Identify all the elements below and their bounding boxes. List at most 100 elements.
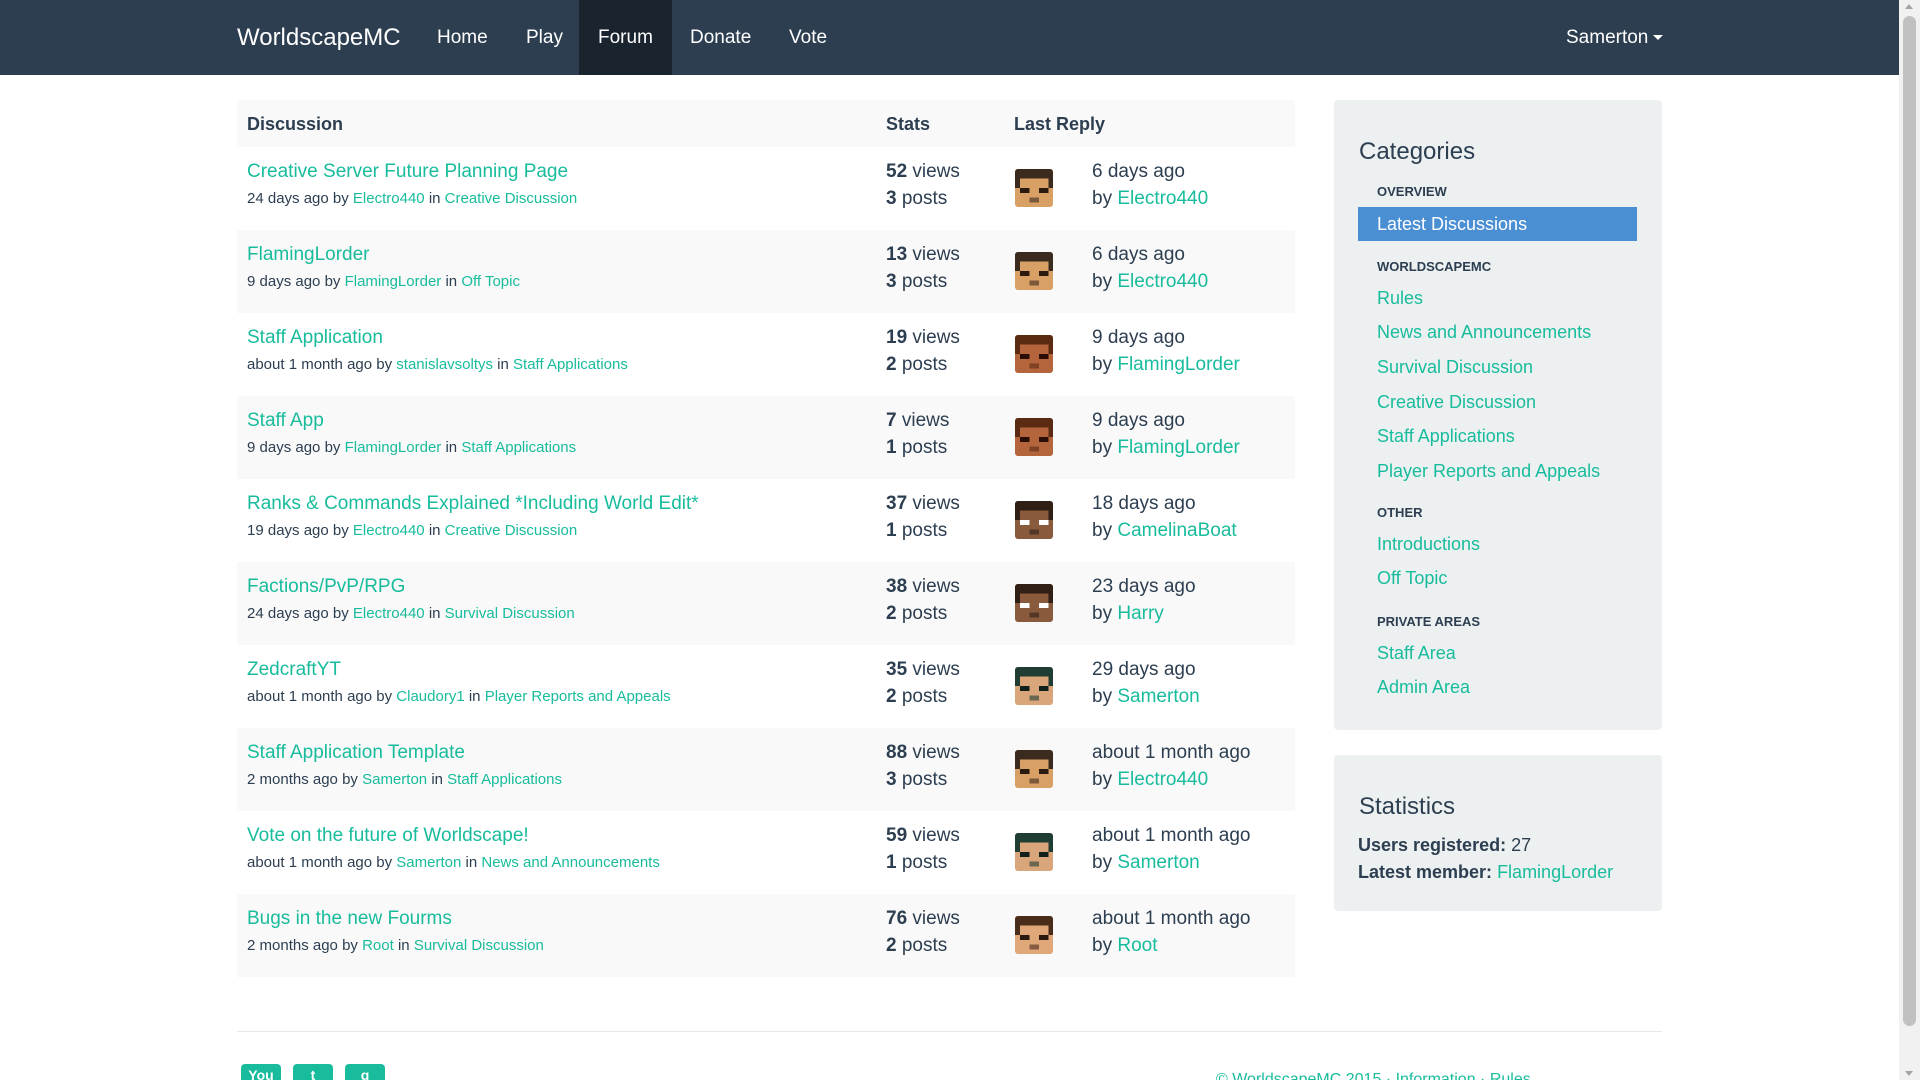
discussion-age: 9 days ago (247, 439, 321, 456)
last-reply-author[interactable]: Samerton (1117, 852, 1199, 873)
avatar[interactable] (1015, 252, 1053, 290)
discussion-category[interactable]: Staff Applications (513, 356, 628, 373)
category-staff-area[interactable]: Staff Area (1377, 643, 1456, 664)
last-reply-author[interactable]: FlamingLorder (1117, 437, 1240, 458)
posts-count: 1 posts (886, 520, 947, 542)
posts-number: 2 (886, 354, 897, 375)
discussion-title[interactable]: Creative Server Future Planning Page (247, 161, 568, 183)
discussion-meta: 9 days ago by FlamingLorder in Off Topic (247, 273, 520, 290)
discussion-author[interactable]: Electro440 (353, 522, 425, 539)
last-reply-author[interactable]: Root (1117, 935, 1157, 956)
nav-play[interactable]: Play (507, 0, 582, 75)
category-rules[interactable]: Rules (1377, 288, 1423, 309)
by-word: by (1092, 852, 1113, 873)
views-number: 37 (886, 493, 908, 514)
in-word: in (445, 273, 458, 290)
discussion-title[interactable]: ZedcraftYT (247, 659, 341, 681)
youtube-icon[interactable]: You (241, 1064, 281, 1080)
discussion-author[interactable]: FlamingLorder (345, 273, 442, 290)
avatar[interactable] (1015, 833, 1053, 871)
last-reply-author[interactable]: Electro440 (1117, 769, 1208, 790)
discussion-meta: 24 days ago by Electro440 in Survival Di… (247, 605, 575, 622)
table-body: Creative Server Future Planning Page 24 d… (237, 147, 1295, 977)
page-scrollbar[interactable] (1899, 0, 1920, 1080)
views-count: 19 views (886, 327, 960, 349)
discussion-category[interactable]: Creative Discussion (445, 190, 578, 207)
category-introductions[interactable]: Introductions (1377, 534, 1480, 555)
discussion-title[interactable]: Staff Application (247, 327, 383, 349)
discussion-category[interactable]: Survival Discussion (445, 605, 575, 622)
user-menu[interactable]: Samerton (1566, 0, 1664, 75)
last-reply-time: 9 days ago (1092, 327, 1185, 348)
discussion-category[interactable]: Staff Applications (461, 439, 576, 456)
discussion-category[interactable]: Survival Discussion (414, 937, 544, 954)
latest-member-link[interactable]: FlamingLorder (1497, 862, 1613, 882)
category-survival[interactable]: Survival Discussion (1377, 357, 1533, 378)
section-private-areas: PRIVATE AREAS (1377, 614, 1481, 629)
nav-forum[interactable]: Forum (579, 0, 672, 75)
scroll-down-icon[interactable] (1905, 1071, 1913, 1076)
in-word: in (445, 439, 458, 456)
category-admin-area[interactable]: Admin Area (1377, 677, 1470, 698)
discussion-author[interactable]: stanislavsoltys (396, 356, 493, 373)
avatar[interactable] (1015, 501, 1053, 539)
table-row: ZedcraftYT about 1 month ago by Claudory1… (237, 645, 1295, 728)
discussion-category[interactable]: Player Reports and Appeals (485, 688, 671, 705)
avatar[interactable] (1015, 169, 1053, 207)
discussion-author[interactable]: Samerton (396, 854, 461, 871)
footer-links[interactable]: © WorldscapeMC 2015 · Information · Rule… (1216, 1071, 1531, 1080)
section-other: OTHER (1377, 505, 1423, 520)
views-word: views (912, 576, 960, 597)
site-brand[interactable]: WorldscapeMC (237, 0, 401, 75)
discussion-title[interactable]: Vote on the future of Worldscape! (247, 825, 529, 847)
avatar[interactable] (1015, 418, 1053, 456)
discussion-author[interactable]: Claudory1 (396, 688, 464, 705)
category-news[interactable]: News and Announcements (1377, 322, 1591, 343)
last-reply-author[interactable]: Samerton (1117, 686, 1199, 707)
discussion-category[interactable]: Creative Discussion (445, 522, 578, 539)
by-word: by (1092, 188, 1113, 209)
avatar[interactable] (1015, 667, 1053, 705)
discussion-category[interactable]: Staff Applications (447, 771, 562, 788)
table-row: Factions/PvP/RPG 24 days ago by Electro44… (237, 562, 1295, 645)
category-off-topic[interactable]: Off Topic (1377, 568, 1447, 589)
discussion-category[interactable]: Off Topic (461, 273, 520, 290)
last-reply-author[interactable]: Electro440 (1117, 271, 1208, 292)
avatar[interactable] (1015, 916, 1053, 954)
last-reply-author[interactable]: FlamingLorder (1117, 354, 1240, 375)
last-reply-author[interactable]: Harry (1117, 603, 1163, 624)
discussion-title[interactable]: FlamingLorder (247, 244, 370, 266)
discussion-category[interactable]: News and Announcements (481, 854, 659, 871)
twitter-icon[interactable]: t (293, 1064, 333, 1080)
discussion-title[interactable]: Ranks & Commands Explained *Including Wo… (247, 493, 699, 515)
category-player-reports[interactable]: Player Reports and Appeals (1377, 461, 1600, 482)
avatar[interactable] (1015, 335, 1053, 373)
discussion-author[interactable]: Electro440 (353, 190, 425, 207)
discussion-author[interactable]: Samerton (362, 771, 427, 788)
category-latest-discussions[interactable]: Latest Discussions (1358, 207, 1637, 241)
by-word: by (332, 605, 349, 622)
discussion-title[interactable]: Bugs in the new Fourms (247, 908, 452, 930)
discussion-meta: about 1 month ago by stanislavsoltys in … (247, 356, 628, 373)
discussion-title[interactable]: Staff Application Template (247, 742, 465, 764)
last-reply-author[interactable]: Electro440 (1117, 188, 1208, 209)
discussion-title[interactable]: Factions/PvP/RPG (247, 576, 405, 598)
scroll-up-icon[interactable] (1905, 4, 1913, 9)
avatar[interactable] (1015, 750, 1053, 788)
avatar[interactable] (1015, 584, 1053, 622)
category-staff-applications[interactable]: Staff Applications (1377, 426, 1515, 447)
discussion-author[interactable]: FlamingLorder (345, 439, 442, 456)
users-registered-label: Users registered: (1358, 835, 1507, 855)
nav-home[interactable]: Home (418, 0, 507, 75)
posts-count: 1 posts (886, 437, 947, 459)
nav-donate[interactable]: Donate (671, 0, 770, 75)
scroll-thumb[interactable] (1903, 16, 1916, 1026)
table-row: Creative Server Future Planning Page 24 d… (237, 147, 1295, 230)
last-reply-author[interactable]: CamelinaBoat (1117, 520, 1236, 541)
nav-vote[interactable]: Vote (770, 0, 846, 75)
discussion-author[interactable]: Electro440 (353, 605, 425, 622)
discussion-author[interactable]: Root (362, 937, 394, 954)
discussion-title[interactable]: Staff App (247, 410, 324, 432)
category-creative[interactable]: Creative Discussion (1377, 392, 1536, 413)
google-plus-icon[interactable]: g (345, 1064, 385, 1080)
